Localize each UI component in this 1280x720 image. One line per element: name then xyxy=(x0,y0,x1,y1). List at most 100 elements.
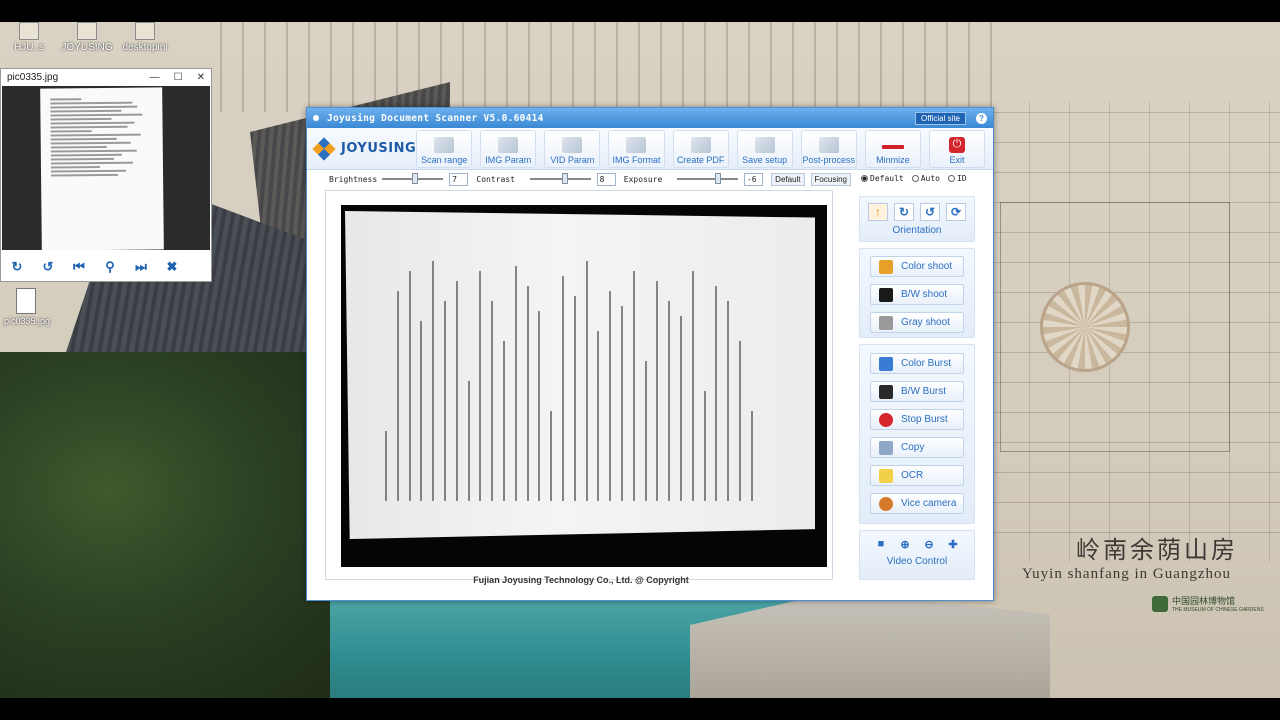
wallpaper-lattice xyxy=(200,22,1000,112)
document-text-line xyxy=(656,281,659,501)
contrast-slider[interactable] xyxy=(529,173,591,184)
document-text-line xyxy=(562,276,564,501)
document-text-line xyxy=(680,316,682,501)
contrast-slider-knob[interactable] xyxy=(561,173,568,184)
contrast-value[interactable]: 8 xyxy=(596,172,616,186)
brightness-value[interactable]: 7 xyxy=(449,172,469,186)
rotate-up-icon[interactable]: ↑ xyxy=(868,203,888,221)
bw-shoot-icon xyxy=(879,287,893,302)
vid-param-button[interactable]: VID Param xyxy=(544,129,601,168)
document-text-line xyxy=(727,301,730,501)
document-text-line xyxy=(715,286,718,501)
bw-burst-button[interactable]: B/W Burst xyxy=(870,381,964,402)
joyusing-logo-icon xyxy=(312,136,336,161)
document-text-line xyxy=(396,291,399,501)
first-image-icon[interactable]: ⏮ xyxy=(70,258,88,276)
mode-id[interactable]: ID xyxy=(947,174,967,183)
viewer-close-button[interactable]: ✕ xyxy=(197,72,205,83)
viewer-minimize-button[interactable]: — xyxy=(150,72,160,83)
save-setup-button[interactable]: Save setup xyxy=(736,129,793,168)
help-icon[interactable]: ? xyxy=(976,112,987,124)
create-pdf-button[interactable]: Create PDF xyxy=(672,129,729,168)
video-camera-icon[interactable]: ■ xyxy=(872,536,890,552)
zoom-in-icon[interactable]: ⊕ xyxy=(896,536,914,552)
preview-panel xyxy=(325,190,833,580)
orientation-label: Orientation xyxy=(892,225,942,236)
color-burst-icon xyxy=(879,356,893,371)
video-control-label: Video Control xyxy=(886,556,948,567)
bw-shoot-button[interactable]: B/W shoot xyxy=(870,284,964,305)
desktop-icon-2[interactable]: JOYUSING xyxy=(60,22,114,53)
wallpaper-title-cn: 岭南余荫山房 xyxy=(1076,536,1238,564)
exit-button[interactable]: ⏻ Exit xyxy=(928,129,985,168)
app-menu-icon[interactable] xyxy=(313,115,319,121)
default-button[interactable]: Default xyxy=(771,172,805,186)
zoom-out-icon[interactable]: ⊖ xyxy=(920,536,938,552)
document-text-line xyxy=(526,286,529,501)
shortcut-icon xyxy=(19,22,39,40)
post-process-button[interactable]: Post-process xyxy=(800,129,857,168)
wallpaper-round-window xyxy=(1040,282,1130,372)
img-format-icon xyxy=(626,136,647,153)
focusing-button[interactable]: Focusing xyxy=(810,172,851,186)
fit-icon[interactable]: ✚ xyxy=(944,536,962,552)
desktop-icon-1[interactable]: HJU..s xyxy=(2,22,56,53)
shoot-panel: Color shoot B/W shoot Gray shoot xyxy=(859,248,975,338)
app-titlebar[interactable]: Joyusing Document Scanner V5.0.60414 Off… xyxy=(307,108,993,128)
vice-camera-icon xyxy=(879,496,893,511)
mode-default[interactable]: Default xyxy=(861,174,904,183)
desktop-file-pic0335[interactable]: pic0335.jpg xyxy=(4,288,50,326)
desktop-icon-3[interactable]: desktopini xyxy=(118,22,172,53)
document-text-line xyxy=(420,321,423,501)
img-format-button[interactable]: IMG Format xyxy=(608,129,665,168)
viewer-maximize-button[interactable]: ☐ xyxy=(174,72,183,83)
minimize-button[interactable]: Minmize xyxy=(864,129,921,168)
scanner-window: Joyusing Document Scanner V5.0.60414 Off… xyxy=(306,107,994,601)
file-icon xyxy=(135,22,155,40)
desktop-icons: HJU..s JOYUSING desktopini xyxy=(2,22,172,53)
mode-auto[interactable]: Auto xyxy=(911,174,940,183)
wallpaper-title-en: Yuyin shanfang in Guangzhou xyxy=(1022,566,1232,582)
gray-shoot-button[interactable]: Gray shoot xyxy=(870,312,964,333)
rotate-right-icon[interactable]: ↻ xyxy=(8,258,26,276)
scan-range-button[interactable]: Scan range xyxy=(416,129,473,168)
rotate-cw-icon[interactable]: ↻ xyxy=(894,203,914,221)
close-icon[interactable]: ✖ xyxy=(163,258,181,276)
last-image-icon[interactable]: ⏭ xyxy=(132,258,150,276)
refresh-icon[interactable]: ⟳ xyxy=(946,203,966,221)
camera-preview[interactable] xyxy=(341,205,827,567)
copy-button[interactable]: Copy xyxy=(870,437,964,458)
viewer-titlebar[interactable]: pic0335.jpg — ☐ ✕ xyxy=(1,69,211,85)
ocr-button[interactable]: OCR xyxy=(870,465,964,486)
document-text-line xyxy=(750,411,753,501)
document-text-line xyxy=(703,391,706,501)
minimize-icon xyxy=(881,144,904,149)
stop-burst-button[interactable]: Stop Burst xyxy=(870,409,964,430)
brightness-slider[interactable] xyxy=(382,173,444,184)
video-control-panel: ■ ⊕ ⊖ ✚ Video Control xyxy=(859,530,975,580)
create-pdf-icon xyxy=(690,136,711,153)
document-text-line xyxy=(503,341,505,501)
rotate-left-icon[interactable]: ↺ xyxy=(39,258,57,276)
document-text-line xyxy=(739,341,741,501)
rotate-ccw-icon[interactable]: ↺ xyxy=(920,203,940,221)
img-param-button[interactable]: IMG Param xyxy=(480,129,537,168)
post-process-icon xyxy=(818,136,839,153)
document-text-line xyxy=(573,296,576,501)
brightness-label: Brightness xyxy=(329,174,378,184)
exit-icon: ⏻ xyxy=(948,136,965,153)
exposure-slider-knob[interactable] xyxy=(715,173,722,184)
exposure-label: Exposure xyxy=(623,174,663,184)
exposure-value[interactable]: -6 xyxy=(743,172,764,186)
exposure-slider[interactable] xyxy=(677,173,738,184)
app-title: Joyusing Document Scanner V5.0.60414 xyxy=(327,112,544,124)
zoom-icon[interactable]: ⚲ xyxy=(101,258,119,276)
orientation-panel: ↑ ↻ ↺ ⟳ Orientation xyxy=(859,196,975,242)
vice-camera-button[interactable]: Vice camera xyxy=(870,493,964,514)
color-shoot-button[interactable]: Color shoot xyxy=(870,256,964,277)
color-burst-button[interactable]: Color Burst xyxy=(870,353,964,374)
document-text-line xyxy=(609,291,612,501)
stop-burst-icon xyxy=(879,412,893,427)
brightness-slider-knob[interactable] xyxy=(412,173,419,184)
official-site-button[interactable]: Official site xyxy=(915,111,966,125)
